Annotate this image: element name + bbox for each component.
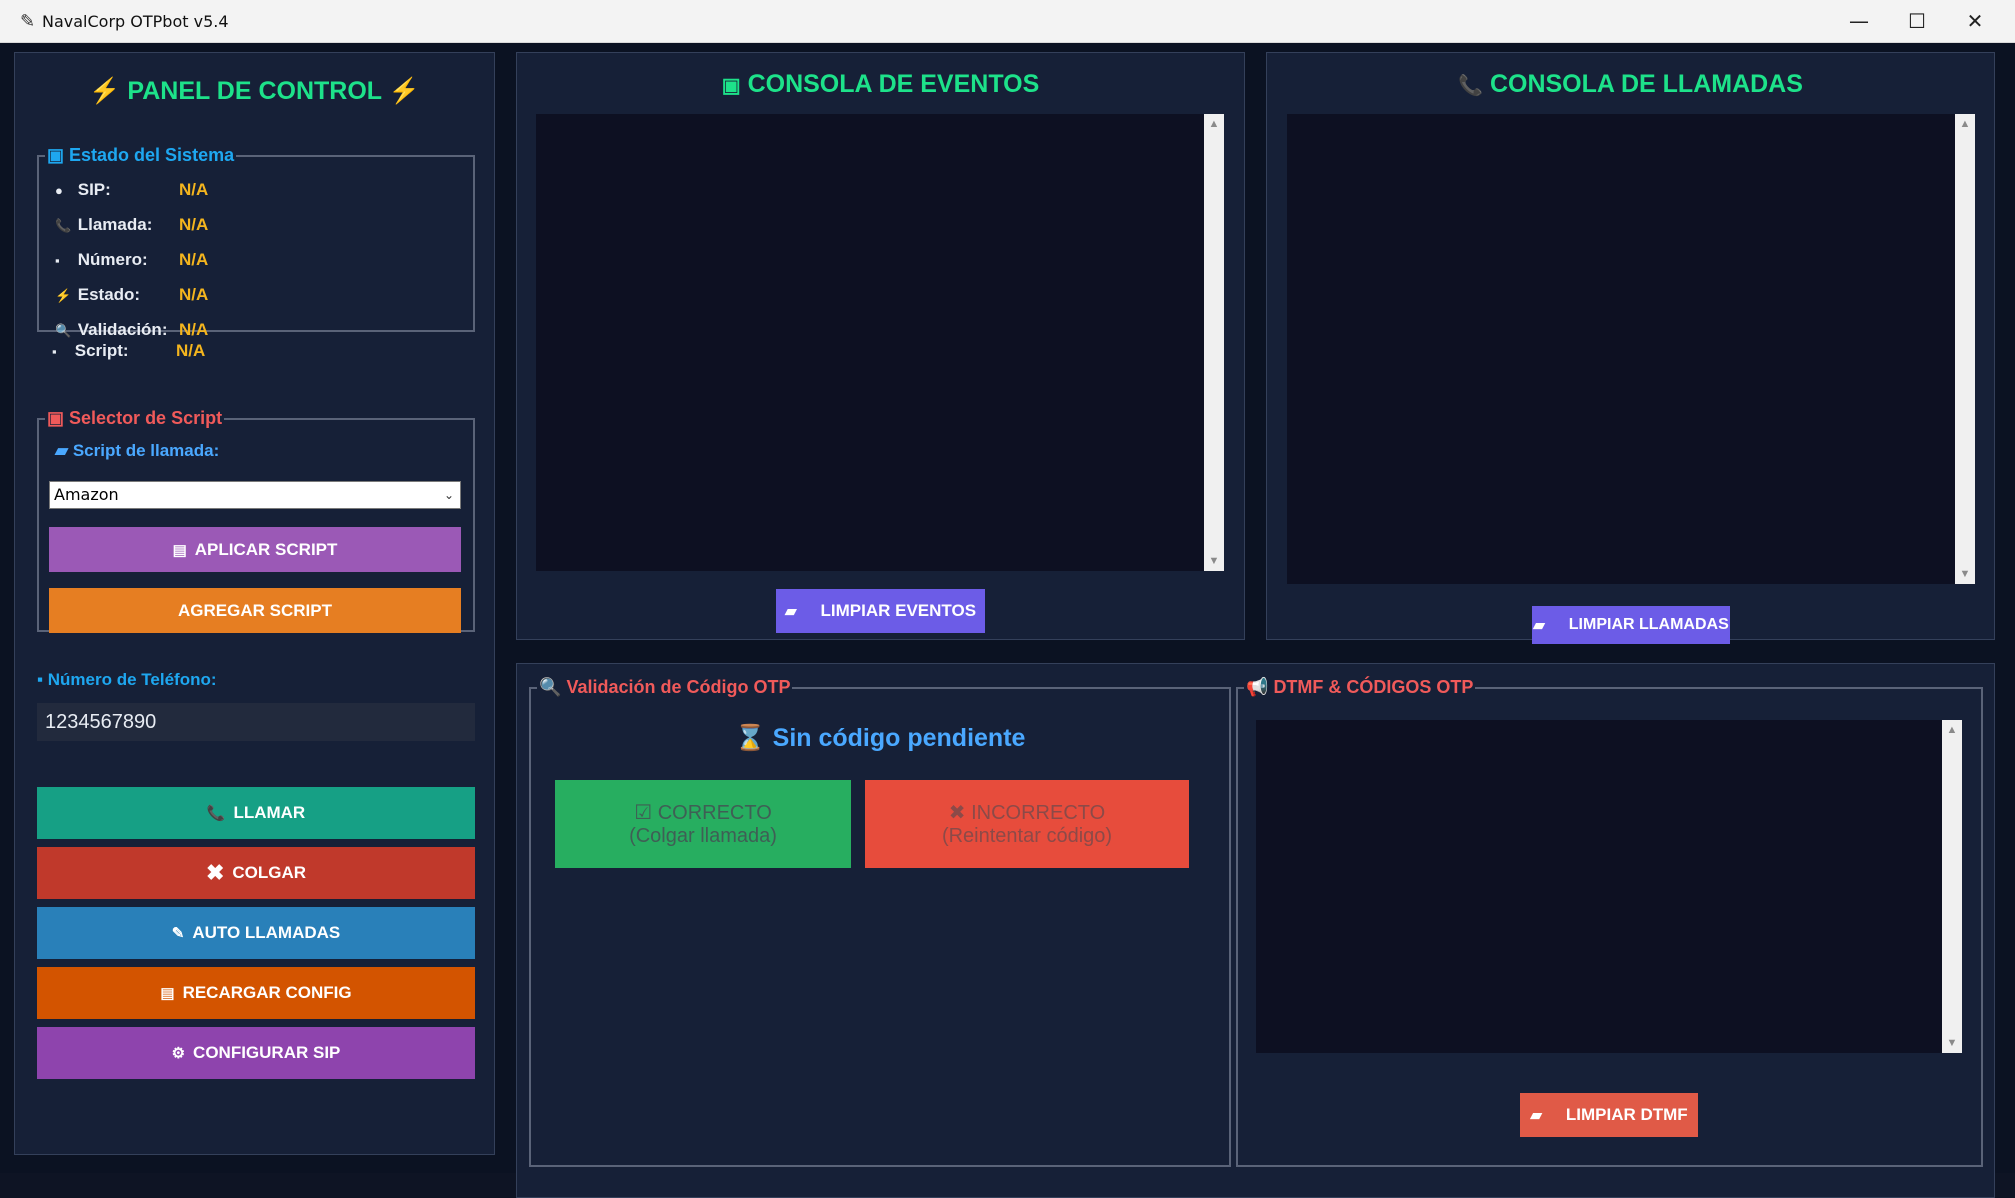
title-bar: ✎ NavalCorp OTPbot v5.4 — ☐ ✕ bbox=[0, 0, 2015, 43]
script-icon: ▪ bbox=[52, 344, 57, 359]
feather-icon: ✎ bbox=[20, 11, 36, 31]
trash-icon: ▰ bbox=[1530, 1107, 1542, 1124]
lightning-icon: ⚡ bbox=[55, 288, 72, 303]
checkbox-icon: ☑ bbox=[634, 802, 653, 824]
lightning-icon: ⚡ bbox=[89, 77, 121, 105]
gear-icon: ⚙ bbox=[171, 1045, 186, 1062]
status-value-state: N/A bbox=[179, 285, 209, 304]
phone-icon: 📞 bbox=[206, 805, 226, 822]
scroll-up-icon[interactable]: ▲ bbox=[1942, 724, 1962, 736]
status-row-number: ▪ Número: N/A bbox=[55, 250, 209, 269]
close-icon: ✖ bbox=[948, 802, 966, 824]
scroll-up-icon[interactable]: ▲ bbox=[1204, 118, 1224, 130]
trash-icon: ▰ bbox=[1533, 617, 1545, 634]
status-row-state: ⚡ Estado: N/A bbox=[55, 285, 209, 304]
otp-validation-group: 🔍 Validación de Código OTP ⌛ Sin código … bbox=[529, 677, 1231, 1167]
refresh-icon: ▤ bbox=[160, 985, 175, 1002]
add-script-button[interactable]: AGREGAR SCRIPT bbox=[49, 588, 461, 633]
close-button[interactable]: ✕ bbox=[1946, 0, 2004, 43]
otp-dtmf-panel: 🔍 Validación de Código OTP ⌛ Sin código … bbox=[516, 663, 1995, 1198]
mobile-icon: ▪ bbox=[37, 670, 44, 689]
script-label: ▰ Script de llamada: bbox=[55, 441, 220, 460]
phone-icon: 📞 bbox=[55, 218, 72, 233]
status-value-script: N/A bbox=[176, 341, 206, 360]
phone-input[interactable]: 1234567890 bbox=[37, 703, 475, 741]
trash-icon: ▰ bbox=[784, 603, 797, 620]
status-row-call: 📞 Llamada: N/A bbox=[55, 215, 209, 234]
hangup-button[interactable]: ✖ COLGAR bbox=[37, 847, 475, 899]
chevron-down-icon: ⌄ bbox=[443, 488, 454, 502]
otp-validation-legend: 🔍 Validación de Código OTP bbox=[539, 677, 791, 697]
minimize-button[interactable]: — bbox=[1830, 0, 1888, 43]
megaphone-icon: 📢 bbox=[1246, 677, 1269, 697]
auto-calls-button[interactable]: ✎ AUTO LLAMADAS bbox=[37, 907, 475, 959]
pencil-icon: ✎ bbox=[171, 925, 185, 942]
control-panel: ⚡ PANEL DE CONTROL ⚡ ▣ Estado del Sistem… bbox=[14, 52, 495, 1155]
script-icon: ▣ bbox=[47, 408, 65, 428]
script-selector-legend: ▣ Selector de Script bbox=[47, 408, 223, 428]
clapper-icon: ▰ bbox=[55, 441, 69, 460]
status-row-script: ▪ Script: N/A bbox=[52, 341, 206, 360]
scroll-down-icon[interactable]: ▼ bbox=[1942, 1037, 1962, 1049]
events-scrollbar[interactable]: ▲ ▼ bbox=[1204, 114, 1224, 571]
correct-button[interactable]: ☑ CORRECTO (Colgar llamada) bbox=[555, 780, 851, 868]
script-dropdown[interactable]: Amazon ⌄ bbox=[49, 481, 461, 509]
hourglass-icon: ⌛ bbox=[734, 724, 766, 752]
dtmf-console[interactable] bbox=[1256, 720, 1942, 1053]
circle-icon: ● bbox=[55, 183, 63, 198]
magnifier-icon: 🔍 bbox=[55, 323, 72, 338]
calls-console[interactable] bbox=[1287, 114, 1955, 584]
status-value-sip: N/A bbox=[179, 180, 209, 199]
status-row-sip: ● SIP: N/A bbox=[55, 180, 209, 199]
clipboard-icon: ▣ bbox=[721, 75, 741, 97]
status-value-number: N/A bbox=[179, 250, 209, 269]
status-value-call: N/A bbox=[179, 215, 209, 234]
events-title: ▣ CONSOLA DE EVENTOS bbox=[721, 70, 1040, 98]
lightning-icon: ⚡ bbox=[388, 77, 420, 105]
close-icon: ✖ bbox=[205, 860, 225, 885]
maximize-button[interactable]: ☐ bbox=[1888, 0, 1946, 43]
events-panel: ▣ CONSOLA DE EVENTOS ▲ ▼ ▰ LIMPIAR EVENT… bbox=[516, 52, 1245, 640]
otp-status: ⌛ Sin código pendiente bbox=[734, 724, 1026, 752]
incorrect-button[interactable]: ✖ INCORRECTO (Reintentar código) bbox=[865, 780, 1189, 868]
dtmf-legend: 📢 DTMF & CÓDIGOS OTP bbox=[1246, 677, 1474, 697]
calls-title: 📞 CONSOLA DE LLAMADAS bbox=[1458, 70, 1803, 98]
script-selector-group: ▣ Selector de Script ▰ Script de llamada… bbox=[37, 408, 475, 633]
app-window: ⚡ PANEL DE CONTROL ⚡ ▣ Estado del Sistem… bbox=[0, 43, 2015, 1198]
monitor-icon: ▣ bbox=[47, 145, 65, 165]
control-panel-title: ⚡ PANEL DE CONTROL ⚡ bbox=[89, 77, 420, 105]
clear-events-button[interactable]: ▰ LIMPIAR EVENTOS bbox=[776, 589, 985, 633]
magnifier-icon: 🔍 bbox=[539, 677, 562, 697]
reload-config-button[interactable]: ▤ RECARGAR CONFIG bbox=[37, 967, 475, 1019]
configure-sip-button[interactable]: ⚙ CONFIGURAR SIP bbox=[37, 1027, 475, 1079]
clear-dtmf-button[interactable]: ▰ LIMPIAR DTMF bbox=[1520, 1093, 1698, 1137]
document-icon: ▤ bbox=[172, 541, 187, 559]
phone-icon: 📞 bbox=[1458, 75, 1483, 97]
scroll-down-icon[interactable]: ▼ bbox=[1955, 568, 1975, 580]
status-value-validation: N/A bbox=[179, 320, 209, 339]
mobile-icon: ▪ bbox=[55, 253, 60, 268]
window-title: NavalCorp OTPbot v5.4 bbox=[42, 12, 229, 31]
scroll-down-icon[interactable]: ▼ bbox=[1204, 555, 1224, 567]
calls-panel: 📞 CONSOLA DE LLAMADAS ▲ ▼ ▰ LIMPIAR LLAM… bbox=[1266, 52, 1995, 644]
scroll-up-icon[interactable]: ▲ bbox=[1955, 118, 1975, 130]
phone-label: ▪ Número de Teléfono: bbox=[37, 670, 217, 689]
apply-script-button[interactable]: ▤ APLICAR SCRIPT bbox=[49, 527, 461, 572]
call-button[interactable]: 📞 LLAMAR bbox=[37, 787, 475, 839]
events-console[interactable] bbox=[536, 114, 1204, 571]
system-status-group: ▣ Estado del Sistema ● SIP: N/A 📞 Llamad… bbox=[37, 145, 475, 339]
dtmf-scrollbar[interactable]: ▲ ▼ bbox=[1942, 720, 1962, 1053]
calls-scrollbar[interactable]: ▲ ▼ bbox=[1955, 114, 1975, 584]
clear-calls-button[interactable]: ▰ LIMPIAR LLAMADAS bbox=[1532, 606, 1730, 644]
system-status-legend: ▣ Estado del Sistema bbox=[47, 145, 235, 165]
dtmf-group: 📢 DTMF & CÓDIGOS OTP ▲ ▼ ▰ LIMPIAR DTMF bbox=[1236, 677, 1983, 1167]
